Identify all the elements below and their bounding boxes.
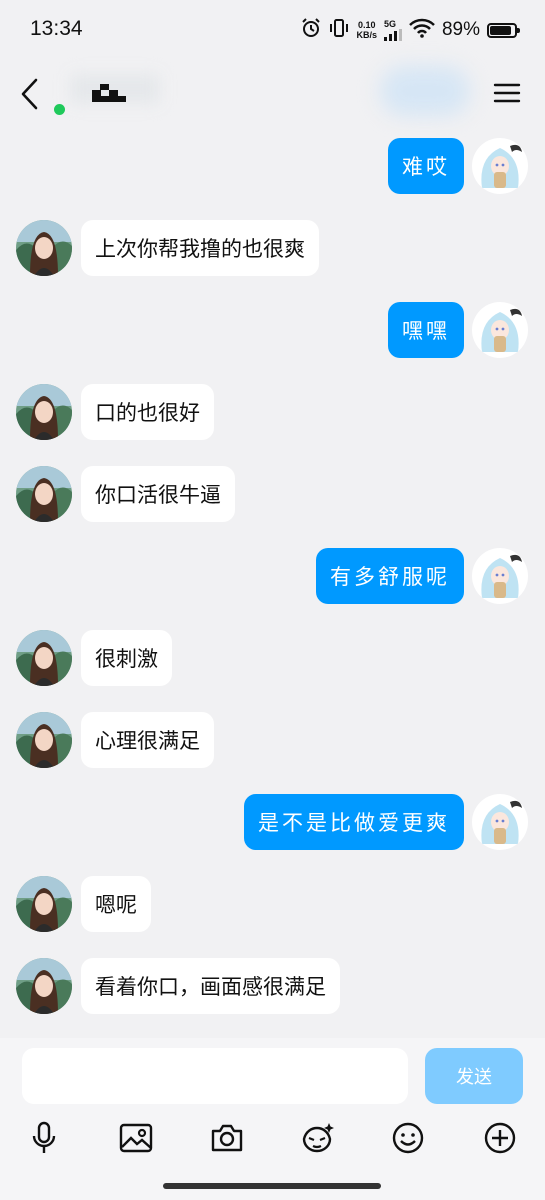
received-message: 你口活很牛逼 xyxy=(0,466,545,522)
chat-header xyxy=(0,60,545,132)
message-bubble[interactable]: 口的也很好 xyxy=(81,384,214,440)
sent-message: 嘿嘿 xyxy=(0,302,545,358)
received-message: 很刺激 xyxy=(0,630,545,686)
contact-avatar[interactable] xyxy=(16,220,72,276)
camera-button[interactable] xyxy=(207,1118,247,1158)
voice-button[interactable] xyxy=(24,1118,64,1158)
message-bubble[interactable]: 有多舒服呢 xyxy=(316,548,464,604)
contact-avatar[interactable] xyxy=(16,876,72,932)
message-bubble[interactable]: 很刺激 xyxy=(81,630,172,686)
back-button[interactable] xyxy=(16,76,46,112)
image-button[interactable] xyxy=(116,1118,156,1158)
received-message: 上次你帮我撸的也很爽 xyxy=(0,220,545,276)
more-button[interactable] xyxy=(480,1118,520,1158)
received-message: 嗯呢 xyxy=(0,876,545,932)
sparkle-face-icon xyxy=(302,1123,334,1153)
my-avatar[interactable] xyxy=(472,548,528,604)
alarm-icon xyxy=(300,17,322,43)
vibrate-icon xyxy=(329,17,349,43)
my-avatar[interactable] xyxy=(472,302,528,358)
received-message: 心理很满足 xyxy=(0,712,545,768)
status-time: 13:34 xyxy=(30,17,83,40)
composer-toolbar xyxy=(0,1118,545,1158)
my-avatar[interactable] xyxy=(472,138,528,194)
plus-circle-icon xyxy=(484,1122,516,1154)
menu-button[interactable] xyxy=(492,78,522,108)
message-bubble[interactable]: 难哎 xyxy=(388,138,464,194)
message-bubble[interactable]: 嗯呢 xyxy=(81,876,151,932)
received-message: 口的也很好 xyxy=(0,384,545,440)
battery-level-fill xyxy=(490,25,512,35)
back-arrow-icon xyxy=(21,78,38,110)
message-bubble[interactable]: 上次你帮我撸的也很爽 xyxy=(81,220,319,276)
smiley-icon xyxy=(392,1122,424,1154)
composer: 发送 xyxy=(0,1038,545,1200)
cellular-signal-icon: 5G xyxy=(383,19,402,41)
message-bubble[interactable]: 你口活很牛逼 xyxy=(81,466,235,522)
network-type: 5G xyxy=(383,19,396,29)
contact-avatar[interactable] xyxy=(16,630,72,686)
microphone-icon xyxy=(32,1121,56,1153)
sent-message: 有多舒服呢 xyxy=(0,548,545,604)
contact-avatar[interactable] xyxy=(16,958,72,1014)
online-status-dot xyxy=(54,104,65,115)
contact-avatar[interactable] xyxy=(16,712,72,768)
sent-message: 难哎 xyxy=(0,138,545,194)
network-speed-value: 0.10 xyxy=(357,20,376,30)
message-bubble[interactable]: 看着你口，画面感很满足 xyxy=(81,958,340,1014)
message-bubble[interactable]: 心理很满足 xyxy=(81,712,214,768)
status-bar: 13:34 0.10 KB/s 5G 89% xyxy=(0,0,545,60)
image-icon xyxy=(119,1123,153,1153)
contact-avatar[interactable] xyxy=(16,466,72,522)
network-speed: 0.10 KB/s xyxy=(356,20,377,40)
my-avatar[interactable] xyxy=(472,794,528,850)
hamburger-menu-icon xyxy=(493,83,521,103)
battery-percent: 89% xyxy=(441,19,480,40)
sent-message: 是不是比做爱更爽 xyxy=(0,794,545,850)
status-icons: 0.10 KB/s 5G 89% xyxy=(300,16,520,44)
message-input[interactable] xyxy=(22,1048,408,1104)
message-bubble[interactable]: 嘿嘿 xyxy=(388,302,464,358)
header-redaction xyxy=(380,66,470,116)
emoji-button[interactable] xyxy=(388,1118,428,1158)
network-speed-unit: KB/s xyxy=(356,30,377,40)
redaction-mosaic xyxy=(92,84,126,102)
contact-avatar[interactable] xyxy=(16,384,72,440)
home-indicator[interactable] xyxy=(163,1183,381,1189)
super-emoji-button[interactable] xyxy=(297,1118,337,1158)
message-bubble[interactable]: 是不是比做爱更爽 xyxy=(244,794,464,850)
wifi-icon xyxy=(409,18,435,42)
send-button[interactable]: 发送 xyxy=(425,1048,523,1104)
received-message: 看着你口，画面感很满足 xyxy=(0,958,545,1014)
battery-icon xyxy=(487,22,520,38)
camera-icon xyxy=(211,1124,243,1152)
